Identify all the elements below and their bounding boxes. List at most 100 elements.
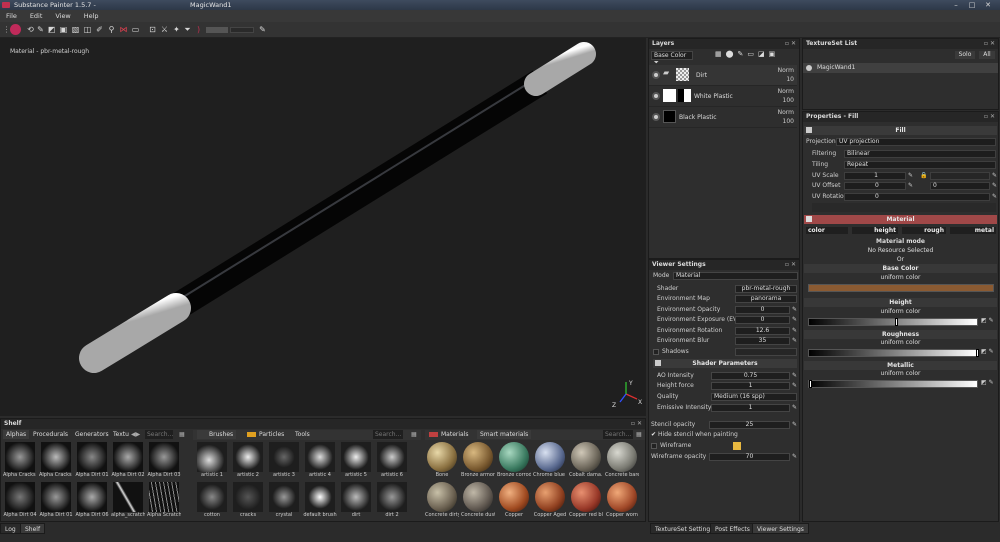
fill-header[interactable]: Fill [804,126,997,135]
height-gradient-slider[interactable] [808,318,978,326]
material-item[interactable]: Concrete dusty [461,482,495,519]
tab-shelf[interactable]: Shelf [20,523,46,534]
tab-brushes[interactable]: Brushes [197,430,237,439]
tab-materials[interactable]: Materials [441,430,469,439]
uv-scale-v-field[interactable] [930,172,990,180]
wireframe-opacity-field[interactable]: 70 [709,453,790,461]
lazy-mouse-icon[interactable]: ⊡ [148,25,157,34]
height-force-field[interactable]: 1 [711,382,790,390]
render-icon[interactable]: ✦ [172,25,181,34]
layer-opacity[interactable]: 100 [783,118,794,125]
dropdown-icon[interactable]: ⏷ [183,25,192,34]
channel-rough[interactable]: rough [902,227,946,234]
paint-mode-icon[interactable] [10,24,21,35]
visibility-icon[interactable] [652,71,660,79]
close-button[interactable]: ✕ [982,1,994,9]
alpha-item[interactable]: Alpha Dirt 04 [3,482,37,519]
tab-procedurals[interactable]: Procedurals [33,430,68,439]
panel-close-icon[interactable]: ▫ ✕ [785,260,796,270]
add-layer-icon[interactable]: ⬤ [726,50,738,58]
alpha-item[interactable]: Alpha Cracks ... [3,442,37,479]
add-folder-icon[interactable]: ▭ [747,50,758,58]
polygon-fill-icon[interactable]: ▧ [71,25,80,34]
env-blur-field[interactable]: 35 [735,337,790,345]
channel-height[interactable]: height [852,227,898,234]
tab-scroll-icon[interactable]: ◀▶ [131,430,140,439]
add-fill-icon[interactable]: ▦ [715,50,726,58]
layer-blend[interactable]: Norm [778,88,794,95]
collapse-icon[interactable] [806,216,812,222]
slider-handle[interactable] [895,318,898,326]
menu-file[interactable]: File [6,10,17,22]
edit-icon[interactable]: ✎ [792,371,797,381]
shadows-select[interactable] [735,348,797,356]
slider-track[interactable] [206,27,228,33]
visibility-icon[interactable] [652,113,660,121]
channel-color[interactable]: color [806,227,848,234]
material-item[interactable]: Copper [497,482,531,519]
tab-particles[interactable]: Particles [259,430,284,439]
layer-opacity[interactable]: 100 [783,97,794,104]
visibility-icon[interactable] [652,92,660,100]
brush-item[interactable]: cotton [195,482,229,519]
brush-item[interactable]: artistic 5 [339,442,373,479]
tab-viewer-settings[interactable]: Viewer Settings [752,523,809,534]
visibility-icon[interactable] [806,65,812,71]
panel-close-icon[interactable]: ▫ ✕ [785,39,796,49]
brush-item[interactable]: cracks [231,482,265,519]
brush-item[interactable]: default brush [303,482,337,519]
alpha-item[interactable]: alpha_scratch... [111,482,145,519]
material-item[interactable]: Bone [425,442,459,479]
emissive-field[interactable]: 1 [711,404,790,412]
env-exposure-field[interactable]: 0 [735,316,790,324]
tab-textures[interactable]: Textu [113,430,129,439]
symmetry-axis-icon[interactable]: ⚔ [160,25,169,34]
minimize-button[interactable]: – [950,1,962,9]
edit-icon[interactable]: ◩ ✎ [981,379,994,386]
edit-icon[interactable]: ✎ [992,192,997,202]
alpha-item[interactable]: Alpha Dirt 01 [39,482,73,519]
edit-icon[interactable]: ✎ [792,315,797,325]
edit-icon[interactable]: ✎ [908,171,913,181]
menu-edit[interactable]: Edit [30,10,43,22]
uv-rotation-field[interactable]: 0 [844,193,990,201]
edit-icon[interactable]: ◩ ✎ [981,317,994,324]
brush-item[interactable]: artistic 6 [375,442,409,479]
env-rotation-field[interactable]: 12.6 [735,327,790,335]
menu-view[interactable]: View [55,10,70,22]
quality-select[interactable]: Medium (16 spp) [711,393,797,401]
brush-item[interactable]: dirt 2 [375,482,409,519]
collapse-icon[interactable] [655,360,661,366]
tab-generators[interactable]: Generators [75,430,109,439]
grid-view-icon[interactable]: ▦ [179,430,185,439]
layer-opacity[interactable]: 10 [786,76,794,83]
shader-params-header[interactable]: Shader Parameters [653,359,797,368]
channel-select[interactable]: Base Color ⏷ [651,51,693,66]
edit-icon[interactable]: ✎ [908,181,913,191]
material-item[interactable]: Concrete dirty [425,482,459,519]
edit-icon[interactable]: ✎ [792,381,797,391]
layer-blend[interactable]: Norm [778,67,794,74]
tab-alphas[interactable]: Alphas [3,430,30,439]
brush-item[interactable]: dirt [339,482,373,519]
material-item[interactable]: Copper worn [605,482,639,519]
alpha-item[interactable]: Alpha Dirt 03 [147,442,181,479]
edit-icon[interactable]: ✎ [792,452,797,462]
edit-icon[interactable]: ◩ ✎ [981,348,994,355]
layer-row-dirt[interactable]: ▰ Dirt Norm 10 [649,65,797,86]
brush-item[interactable]: artistic 3 [267,442,301,479]
lock-icon[interactable]: 🔒 [920,171,927,181]
menu-help[interactable]: Help [84,10,99,22]
tab-textureset-settings[interactable]: TextureSet Settings [650,523,719,534]
material-item[interactable]: Copper red bl... [569,482,603,519]
rotate-icon[interactable]: ⟲ [26,25,35,34]
brush-item[interactable]: crystal [267,482,301,519]
grid-view-icon[interactable]: ▦ [636,430,642,439]
eraser-icon[interactable]: ◩ [47,25,56,34]
alpha-item[interactable]: Alpha Scratch... [147,482,181,519]
ao-field[interactable]: 0.75 [711,372,790,380]
alpha-item[interactable]: Alpha Cracks ... [39,442,73,479]
stencil-opacity-field[interactable]: 25 [709,421,790,429]
edit-icon[interactable]: ✎ [792,403,797,413]
edit-icon[interactable]: ✎ [792,326,797,336]
